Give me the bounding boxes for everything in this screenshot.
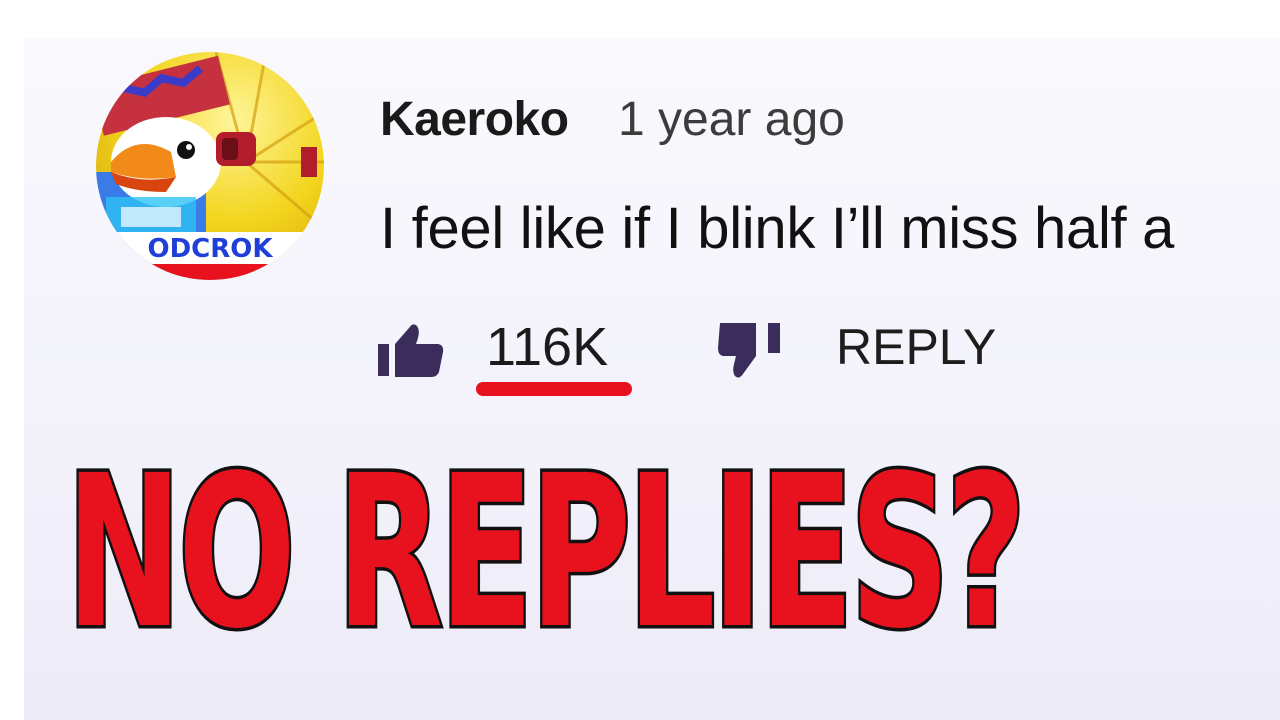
avatar[interactable]: ODCROK	[96, 52, 324, 280]
comment-text: I feel like if I blink I’ll miss half a	[380, 196, 1175, 261]
avatar-image: ODCROK	[96, 52, 324, 280]
thumbs-down-icon[interactable]	[716, 320, 784, 380]
comment-timestamp[interactable]: 1 year ago	[618, 92, 845, 147]
like-count: 116K	[486, 317, 609, 377]
thumbs-up-icon[interactable]	[376, 320, 446, 378]
reply-button[interactable]: REPLY	[836, 318, 996, 376]
comment-author[interactable]: Kaeroko	[380, 92, 569, 147]
thumbnail-stage: ODCROK Kaeroko 1 year ago I feel like if…	[0, 0, 1280, 720]
avatar-logo-text: ODCROK	[147, 234, 273, 264]
headline-overlay: NO REPLIES?	[64, 430, 1029, 675]
like-count-highlight	[476, 382, 632, 396]
